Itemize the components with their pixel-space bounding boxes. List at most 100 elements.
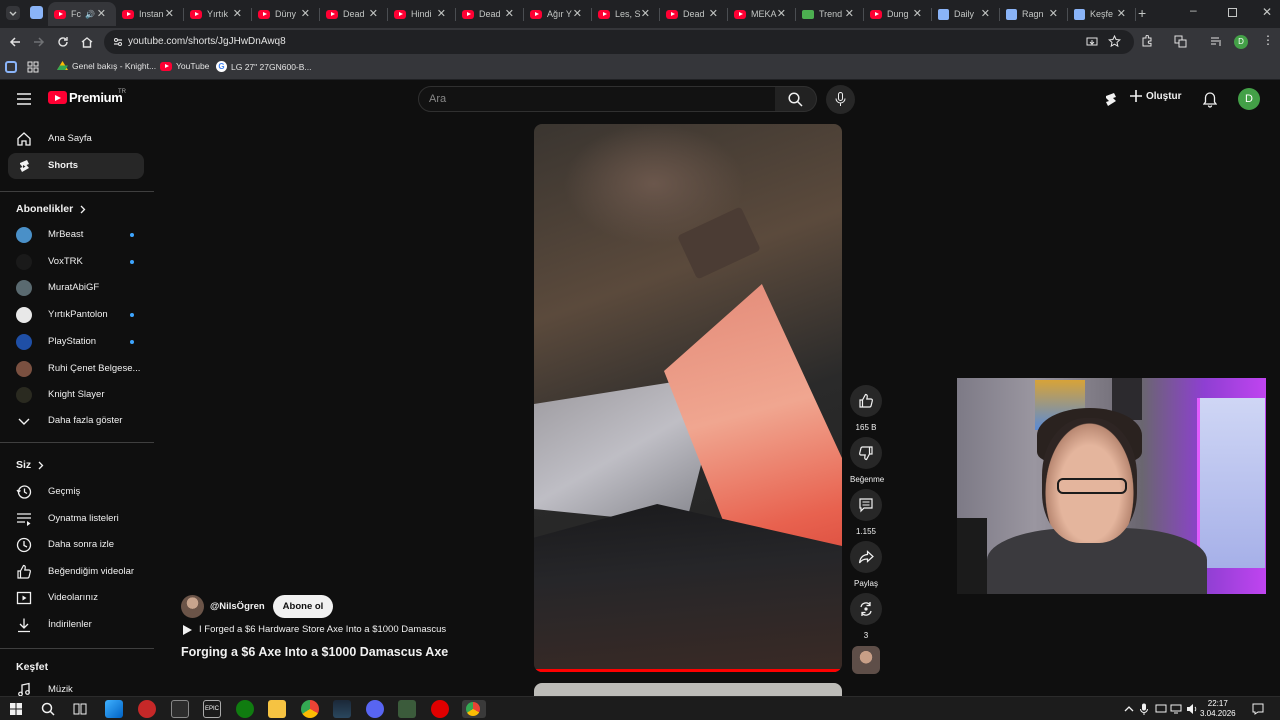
- linked-video-link[interactable]: I Forged a $6 Hardware Store Axe Into a …: [183, 624, 446, 635]
- tab-group-icon[interactable]: [30, 6, 43, 19]
- forward-icon[interactable]: [32, 35, 46, 49]
- tab-close-icon[interactable]: ✕: [369, 7, 378, 20]
- short-video-player[interactable]: [534, 124, 842, 672]
- search-button[interactable]: [775, 86, 817, 112]
- progress-bar[interactable]: [534, 669, 842, 672]
- account-avatar[interactable]: D: [1238, 88, 1260, 110]
- hamburger-menu-icon[interactable]: [17, 93, 31, 105]
- youtube-premium-logo[interactable]: Premium: [48, 90, 123, 105]
- chrome-icon[interactable]: [301, 700, 319, 718]
- sidebar-item-history[interactable]: Geçmiş: [8, 479, 144, 505]
- close-window-button[interactable]: ✕: [1262, 5, 1272, 19]
- shorts-logo-icon[interactable]: [1103, 92, 1118, 107]
- sidebar-item-shorts[interactable]: Shorts: [8, 153, 144, 179]
- sidebar-item-home[interactable]: Ana Sayfa: [8, 126, 144, 152]
- side-panel-icon[interactable]: [5, 61, 17, 73]
- browser-tab[interactable]: MEKA ✕: [728, 2, 796, 26]
- tray-overflow-icon[interactable]: [1124, 704, 1134, 714]
- sidebar-item-playlists[interactable]: Oynatma listeleri: [8, 506, 144, 532]
- opera-gx-icon[interactable]: [431, 700, 449, 718]
- tab-close-icon[interactable]: ✕: [301, 7, 310, 20]
- tab-close-icon[interactable]: ✕: [233, 7, 242, 20]
- network-icon[interactable]: [1170, 703, 1182, 715]
- tab-close-icon[interactable]: ✕: [573, 7, 582, 20]
- sidebar-item-downloads[interactable]: İndirilenler: [8, 612, 144, 638]
- back-icon[interactable]: [8, 35, 22, 49]
- sound-thumbnail[interactable]: [852, 646, 880, 674]
- tab-close-icon[interactable]: ✕: [505, 7, 514, 20]
- subscriptions-heading[interactable]: Abonelikler: [16, 203, 86, 215]
- tab-close-icon[interactable]: ✕: [709, 7, 718, 20]
- tab-search-button[interactable]: [6, 6, 20, 20]
- tab-close-icon[interactable]: ✕: [913, 7, 922, 20]
- author-handle[interactable]: @NilsÖgren: [210, 601, 265, 612]
- browser-tab[interactable]: Dead ✕: [660, 2, 728, 26]
- mic-tray-icon[interactable]: [1140, 703, 1148, 715]
- tab-close-icon[interactable]: ✕: [777, 7, 786, 20]
- site-info-icon[interactable]: [112, 36, 124, 48]
- widgets-icon[interactable]: [105, 700, 123, 718]
- system-clock[interactable]: 22:17 3.04.2026: [1200, 699, 1236, 719]
- taskbar-search-icon[interactable]: [41, 702, 55, 716]
- windows-start-icon[interactable]: [10, 703, 22, 715]
- tab-close-icon[interactable]: ✕: [1117, 7, 1126, 20]
- subscription-item[interactable]: Ruhi Çenet Belgese...: [8, 356, 144, 382]
- comments-button[interactable]: [850, 489, 882, 521]
- subscription-item[interactable]: PlayStation: [8, 329, 144, 355]
- profile-avatar[interactable]: D: [1234, 35, 1248, 49]
- steam-icon[interactable]: [333, 700, 351, 718]
- author-avatar[interactable]: [181, 595, 204, 618]
- app-icon[interactable]: [398, 700, 416, 718]
- tab-audio-icon[interactable]: 🔊: [85, 10, 95, 19]
- you-heading[interactable]: Siz: [16, 459, 44, 471]
- browser-tab[interactable]: Instan ✕: [116, 2, 184, 26]
- address-bar[interactable]: youtube.com/shorts/JgJHwDnAwq8: [104, 30, 1134, 54]
- sidebar-item-your-videos[interactable]: Videolarınız: [8, 585, 144, 611]
- browser-tab[interactable]: Dead ✕: [456, 2, 524, 26]
- task-view-icon[interactable]: [73, 702, 87, 716]
- media-control-icon[interactable]: [1210, 35, 1223, 48]
- browser-menu-icon[interactable]: ⋮: [1262, 33, 1274, 47]
- sidebar-item-watch-later[interactable]: Daha sonra izle: [8, 532, 144, 558]
- browser-tab[interactable]: Keşfe ✕: [1068, 2, 1136, 26]
- tab-close-icon[interactable]: ✕: [641, 7, 650, 20]
- bookmark-star-icon[interactable]: [1108, 35, 1121, 48]
- tab-close-icon[interactable]: ✕: [437, 7, 446, 20]
- tab-close-icon[interactable]: ✕: [97, 7, 106, 20]
- tab-close-icon[interactable]: ✕: [845, 7, 854, 20]
- display-tray-icon[interactable]: [1155, 703, 1167, 715]
- install-app-icon[interactable]: [1086, 36, 1098, 48]
- discord-icon[interactable]: [366, 700, 384, 718]
- like-button[interactable]: [850, 385, 882, 417]
- next-short-preview[interactable]: [534, 683, 842, 696]
- translate-icon[interactable]: [1174, 35, 1187, 48]
- search-input[interactable]: [429, 91, 759, 107]
- volume-icon[interactable]: [1186, 703, 1198, 715]
- search-box[interactable]: [418, 86, 776, 112]
- browser-tab[interactable]: Ragn ✕: [1000, 2, 1068, 26]
- browser-tab[interactable]: Daily ✕: [932, 2, 1000, 26]
- subscription-item[interactable]: MrBeast: [8, 222, 144, 248]
- bookmark-knight[interactable]: Genel bakış - Knight...: [57, 61, 156, 71]
- dislike-button[interactable]: [850, 437, 882, 469]
- maximize-button[interactable]: [1228, 8, 1237, 17]
- new-tab-button[interactable]: +: [1138, 5, 1146, 21]
- subscription-item[interactable]: MuratAbiGF: [8, 275, 144, 301]
- show-more-button[interactable]: Daha fazla göster: [8, 408, 144, 434]
- reload-icon[interactable]: [56, 35, 70, 49]
- bookmark-youtube[interactable]: YouTube: [160, 61, 209, 71]
- extensions-icon[interactable]: [1140, 35, 1153, 48]
- minimize-button[interactable]: –: [1190, 3, 1197, 17]
- tab-close-icon[interactable]: ✕: [165, 7, 174, 20]
- tab-close-icon[interactable]: ✕: [981, 7, 990, 20]
- browser-tab[interactable]: Yırtık ✕: [184, 2, 252, 26]
- subscribe-button[interactable]: Abone ol: [272, 595, 334, 618]
- notification-center-icon[interactable]: [1252, 703, 1264, 715]
- browser-tab[interactable]: Dead ✕: [320, 2, 388, 26]
- chrome-active-icon[interactable]: [462, 700, 486, 718]
- xbox-icon[interactable]: [236, 700, 254, 718]
- home-button-icon[interactable]: [80, 35, 94, 49]
- tab-close-icon[interactable]: ✕: [1049, 7, 1058, 20]
- browser-tab[interactable]: Düny ✕: [252, 2, 320, 26]
- voice-search-button[interactable]: [826, 85, 855, 114]
